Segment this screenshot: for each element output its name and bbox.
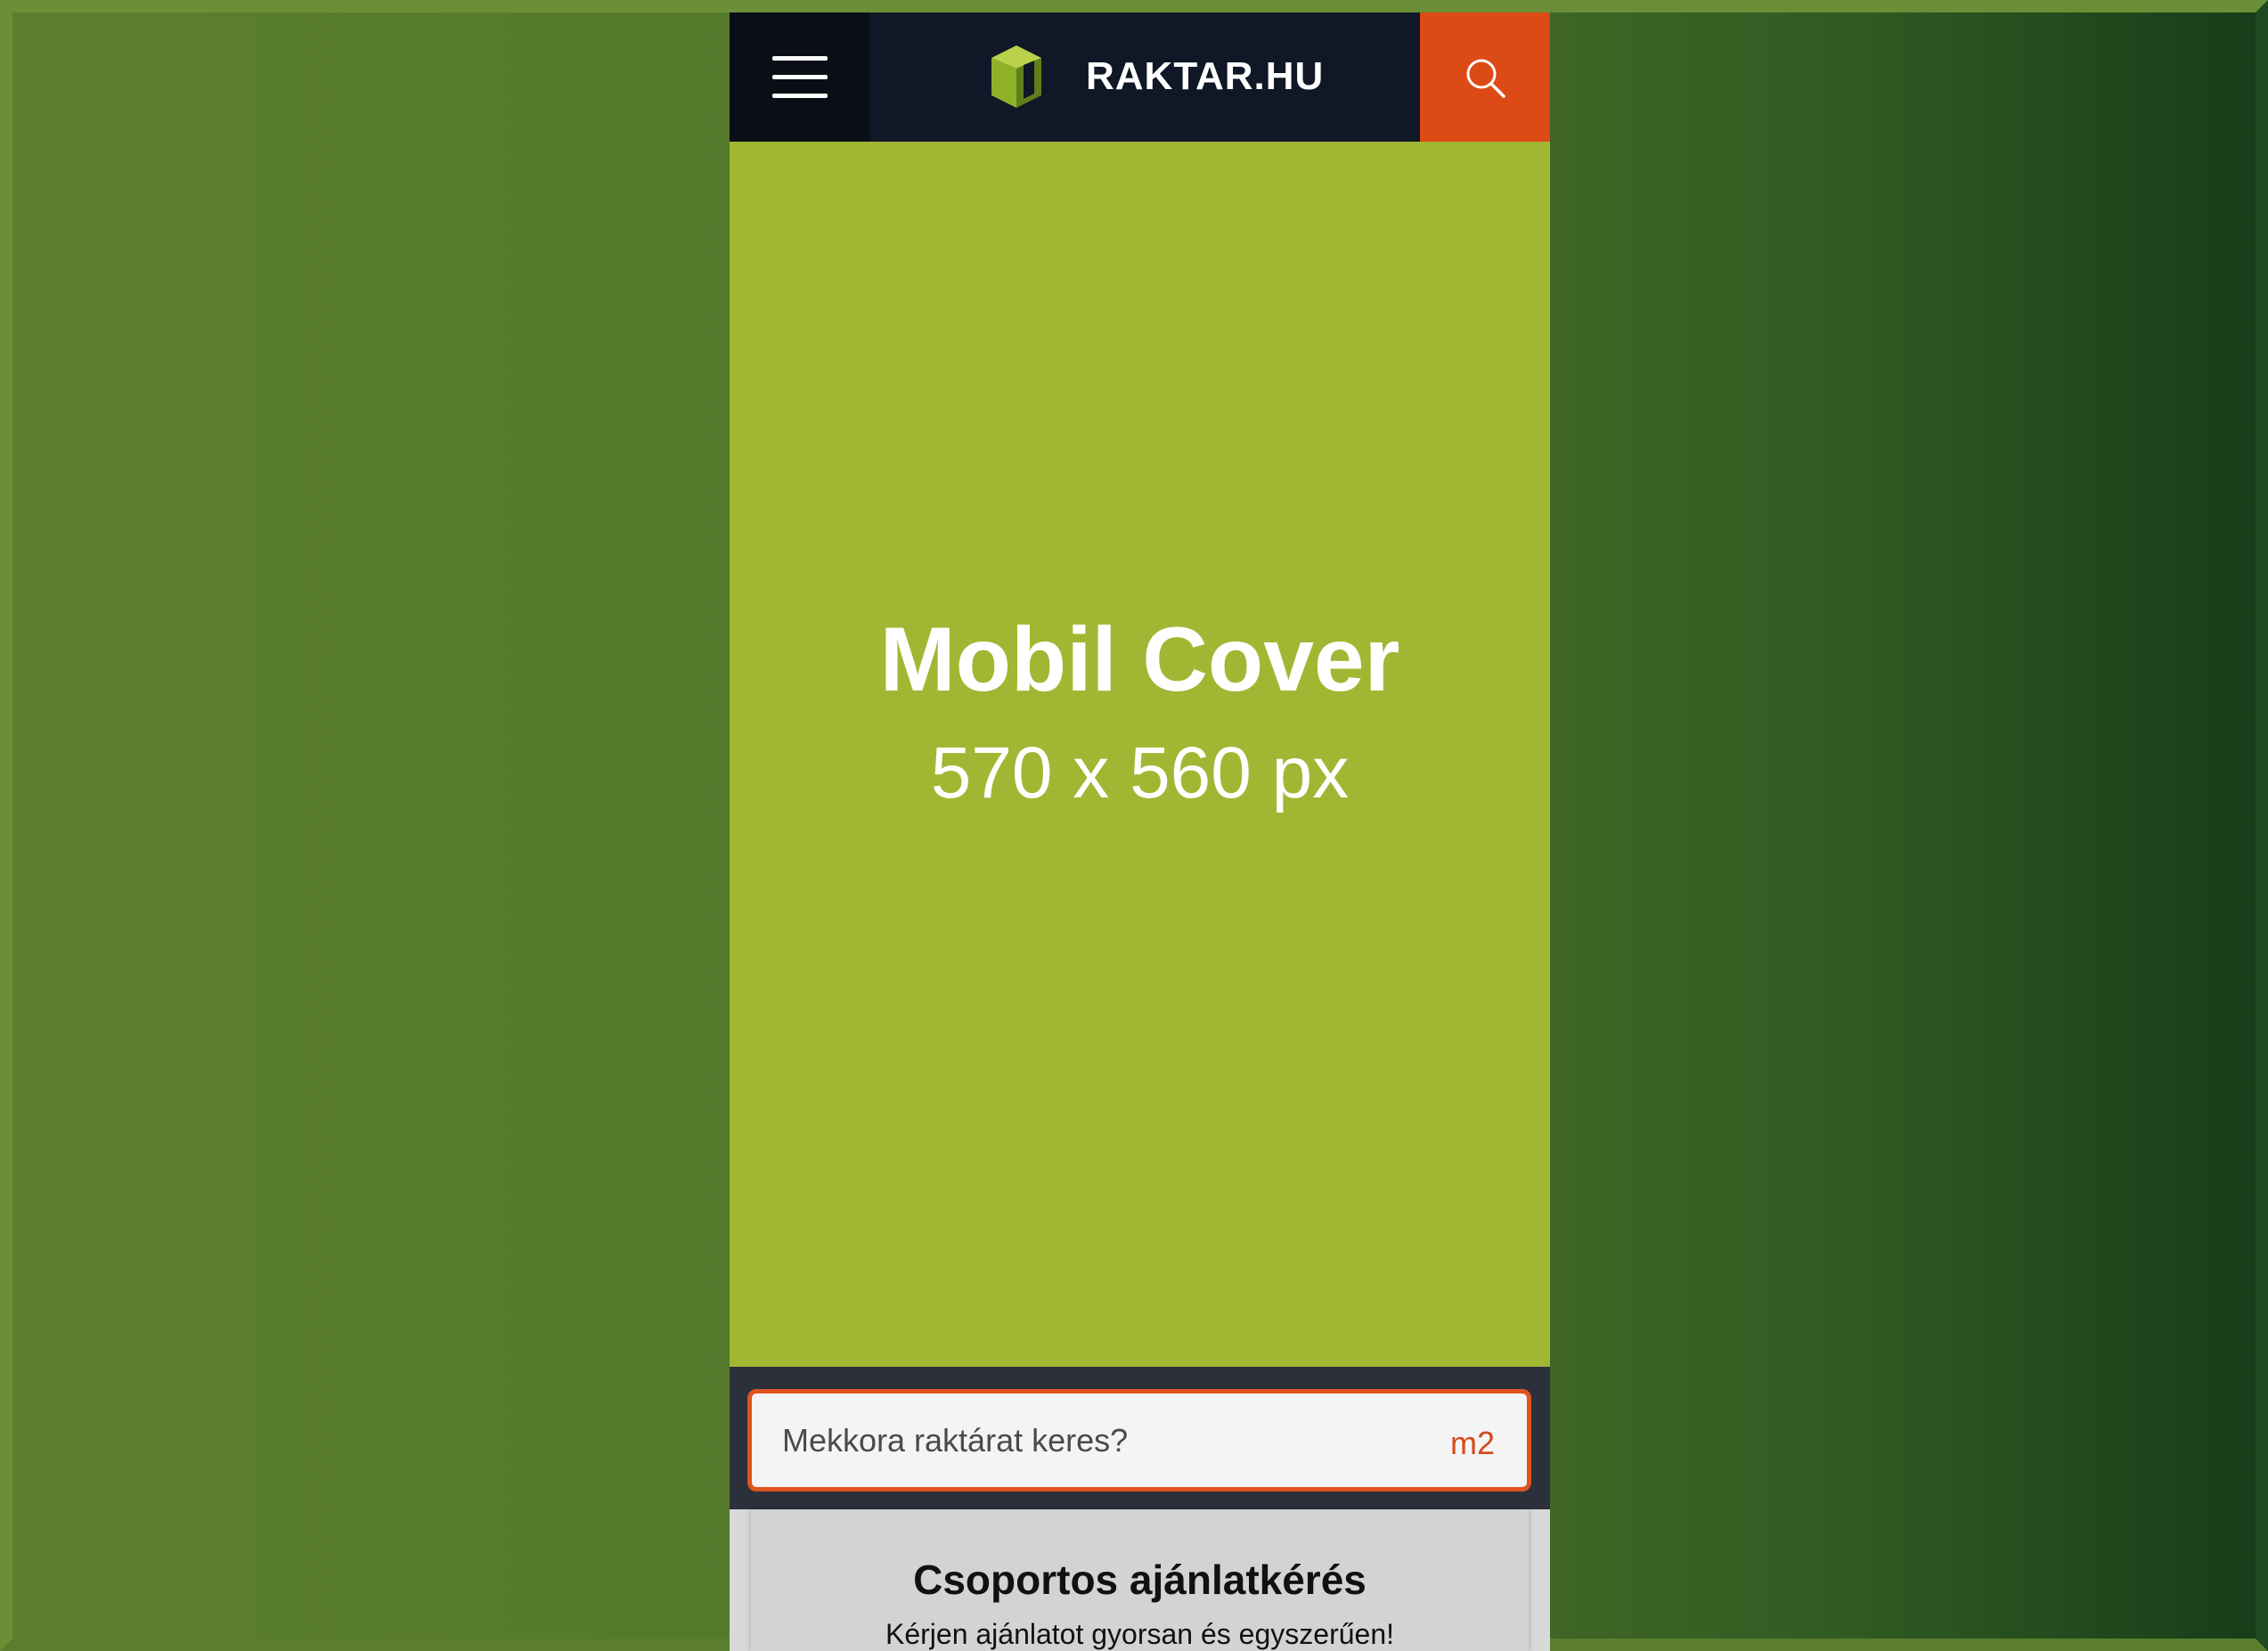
size-search-bar: m2 <box>730 1367 1550 1509</box>
size-search-input[interactable] <box>752 1394 1429 1487</box>
brand-name: RAKTAR.HU <box>1086 54 1325 98</box>
offer-section: Csoportos ajánlatkérés Kérjen ajánlatot … <box>730 1509 1550 1651</box>
size-search-field[interactable]: m2 <box>747 1389 1531 1492</box>
search-icon <box>1466 59 1505 98</box>
group-offer-subtitle: Kérjen ajánlatot gyorsan és egyszerűen! <box>885 1618 1394 1650</box>
search-button[interactable] <box>1420 12 1550 142</box>
cover-title: Mobil Cover <box>879 609 1400 710</box>
hamburger-menu-icon <box>772 55 828 99</box>
cover-size-label: 570 x 560 px <box>930 732 1350 813</box>
group-offer-card[interactable]: Csoportos ajánlatkérés Kérjen ajánlatot … <box>751 1509 1529 1651</box>
mobile-cover-placeholder: Mobil Cover 570 x 560 px <box>730 142 1550 1367</box>
unit-label: m2 <box>1449 1425 1495 1461</box>
cube-logo-icon <box>991 45 1041 108</box>
site-header: RAKTAR.HU <box>730 12 1550 142</box>
mobile-page: RAKTAR.HU Mobil Cover 570 x 560 px m2 Cs… <box>730 12 1550 1651</box>
site-logo[interactable]: RAKTAR.HU <box>988 32 1324 121</box>
menu-button[interactable] <box>730 12 870 142</box>
group-offer-title: Csoportos ajánlatkérés <box>913 1557 1367 1603</box>
